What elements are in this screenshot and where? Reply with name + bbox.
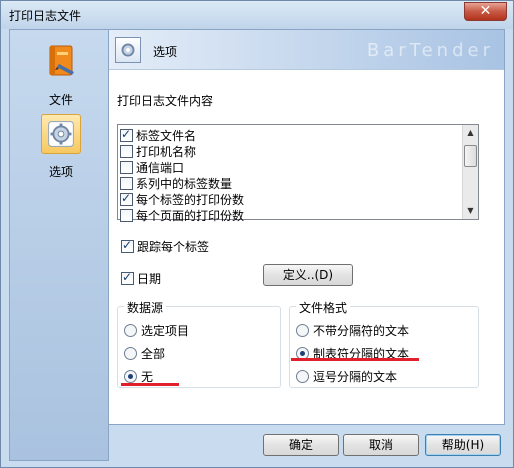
list-item[interactable]: 通信端口 <box>120 159 184 175</box>
ok-button[interactable]: 确定 <box>263 434 339 456</box>
radio-label: 逗号分隔的文本 <box>313 370 398 384</box>
radio-label: 选定项目 <box>141 324 190 338</box>
log-content-label: 打印日志文件内容 <box>117 94 214 108</box>
file-format-group: 文件格式 不带分隔符的文本 制表符分隔的文本 逗号分隔的文本 <box>289 299 479 388</box>
help-button[interactable]: 帮助(H) <box>425 434 501 456</box>
nav-item-options-label: 选项 <box>48 165 73 179</box>
file-format-option-comma[interactable]: 逗号分隔的文本 <box>296 368 397 385</box>
radio-label: 全部 <box>141 347 166 361</box>
list-item[interactable]: 标签文件名 <box>120 127 196 143</box>
title-bar[interactable]: 打印日志文件 ✕ <box>1 1 513 29</box>
close-button[interactable]: ✕ <box>464 2 507 21</box>
left-nav-panel: 文件 选项 <box>9 29 109 461</box>
nav-item-file[interactable]: 文件 <box>34 42 88 108</box>
options-header-icon <box>115 37 141 63</box>
checkbox[interactable] <box>120 160 133 174</box>
list-item-label: 每个页面的打印份数 <box>136 208 245 223</box>
track-each-label-option[interactable]: 跟踪每个标签 <box>121 238 209 255</box>
panel-title: 选项 <box>153 45 178 59</box>
file-format-title: 文件格式 <box>296 299 351 316</box>
checkbox[interactable] <box>120 176 133 190</box>
radio-button[interactable] <box>124 347 137 360</box>
list-item-label: 每个标签的打印份数 <box>136 192 245 207</box>
radio-button[interactable] <box>124 324 137 337</box>
list-item[interactable]: 每个标签的打印份数 <box>120 191 244 207</box>
data-source-option-selected-items[interactable]: 选定项目 <box>124 322 189 339</box>
radio-button[interactable] <box>124 370 137 383</box>
checkbox[interactable] <box>120 144 133 158</box>
date-option[interactable]: 日期 <box>121 270 161 287</box>
list-item-label: 标签文件名 <box>136 128 197 143</box>
checkbox[interactable] <box>120 191 133 206</box>
data-source-group: 数据源 选定项目 全部 无 <box>117 299 281 388</box>
options-gear-icon <box>41 114 81 154</box>
window-title: 打印日志文件 <box>9 9 82 23</box>
options-panel: 选项 BarTender 打印日志文件内容 标签文件名 打印机名称 通信端口 系… <box>109 29 505 425</box>
scroll-up-arrow-icon[interactable]: ▲ <box>463 125 478 141</box>
define-button[interactable]: 定义..(D) <box>263 264 353 286</box>
close-icon: ✕ <box>479 3 492 19</box>
list-item[interactable]: 打印机名称 <box>120 143 196 159</box>
date-text: 日期 <box>137 272 162 286</box>
list-scrollbar[interactable]: ▲ ▼ <box>462 125 478 219</box>
red-annotation-underline <box>291 358 419 361</box>
log-content-listbox[interactable]: 标签文件名 打印机名称 通信端口 系列中的标签数量 每个标签的打印份数 每个页面… <box>117 124 479 223</box>
track-each-label-checkbox[interactable] <box>121 238 134 253</box>
list-item-label: 系列中的标签数量 <box>136 176 233 191</box>
nav-item-options[interactable]: 选项 <box>34 114 88 180</box>
cancel-button[interactable]: 取消 <box>343 434 419 456</box>
list-item-label: 打印机名称 <box>136 144 197 159</box>
date-checkbox[interactable] <box>121 270 134 285</box>
data-source-option-all[interactable]: 全部 <box>124 345 165 362</box>
radio-label: 不带分隔符的文本 <box>313 324 410 338</box>
file-format-option-plain[interactable]: 不带分隔符的文本 <box>296 322 409 339</box>
data-source-title: 数据源 <box>124 299 167 316</box>
list-item[interactable]: 每个页面的打印份数 <box>120 207 244 223</box>
file-book-icon <box>49 45 74 76</box>
red-annotation-underline <box>121 383 179 386</box>
checkbox[interactable] <box>120 127 133 142</box>
list-item-label: 通信端口 <box>136 160 185 175</box>
nav-item-file-label: 文件 <box>48 93 73 107</box>
radio-button[interactable] <box>296 370 309 383</box>
track-each-label-text: 跟踪每个标签 <box>137 240 210 254</box>
print-log-dialog: 打印日志文件 ✕ 文件 选项 选项 BarTender 打印日志文件内容 ✓ 标… <box>0 0 514 468</box>
radio-button[interactable] <box>296 324 309 337</box>
checkbox[interactable] <box>120 208 133 222</box>
scroll-down-arrow-icon[interactable]: ▼ <box>463 203 478 219</box>
panel-header: 选项 BarTender <box>109 30 504 70</box>
brand-watermark: BarTender <box>366 40 494 61</box>
scroll-thumb[interactable] <box>464 145 477 167</box>
list-item[interactable]: 系列中的标签数量 <box>120 175 232 191</box>
